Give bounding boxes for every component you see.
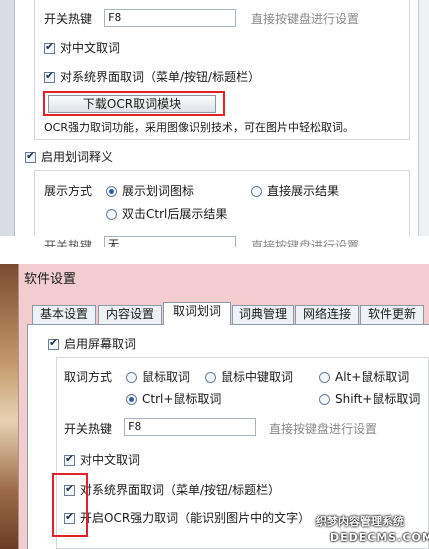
hotkey-label: 开关热键: [44, 12, 93, 26]
enable-screen-checkbox[interactable]: [48, 336, 59, 350]
tab-update[interactable]: 软件更新: [360, 305, 424, 324]
top-right-edge: [418, 0, 429, 247]
ocr-description: OCR强力取词功能，采用图像识别技术，可在图片中轻松取词。: [44, 121, 354, 134]
system-ui-checkbox[interactable]: [44, 69, 55, 83]
bottom-hotkey-label: 开关热键: [64, 422, 113, 436]
hotkey-hint: 直接按键盘进行设置: [251, 12, 360, 26]
radio-mouse[interactable]: [126, 372, 137, 383]
bottom-hotkey-field[interactable]: F8: [124, 418, 256, 436]
hotkey2-field[interactable]: 无: [104, 236, 236, 247]
radio-show-icon-label: 展示划词图标: [122, 184, 195, 198]
background-photo-strip: [0, 264, 18, 549]
download-ocr-label: 下载OCR取词模块: [82, 97, 182, 111]
mode-label: 取词方式: [64, 370, 113, 384]
bottom-system-ui-label: 对系统界面取词（菜单/按钮/标题栏）: [80, 483, 281, 497]
chinese-checkbox[interactable]: [44, 40, 55, 54]
top-left-edge: [0, 0, 15, 247]
tab-dictionary-label: 词典管理: [238, 307, 287, 321]
watermark-line1: 织梦内容管理系统: [316, 515, 404, 528]
bottom-chinese-checkbox[interactable]: [64, 452, 75, 466]
radio-alt-label: Alt+鼠标取词: [335, 370, 410, 384]
screenshot-gap: [0, 247, 429, 264]
radio-middle-label: 鼠标中键取词: [221, 370, 294, 384]
radio-ctrl-label: Ctrl+鼠标取词: [142, 392, 222, 406]
tab-lookup-label: 取词划词: [172, 304, 221, 318]
tab-content[interactable]: 内容设置: [98, 305, 162, 324]
radio-direct-result[interactable]: [251, 186, 262, 197]
radio-show-icon[interactable]: [106, 186, 117, 197]
ocr-enable-label: 开启OCR强力取词（能识别图片中的文字）: [80, 511, 311, 525]
window-title: 软件设置: [24, 272, 77, 287]
tab-network-label: 网络连接: [302, 307, 351, 321]
bottom-hotkey-hint: 直接按键盘进行设置: [269, 422, 378, 436]
enable-hover-checkbox[interactable]: [25, 149, 36, 163]
enable-screen-label: 启用屏幕取词: [64, 337, 137, 351]
ocr-checkbox-highlight: [52, 473, 88, 537]
radio-shift[interactable]: [319, 394, 330, 405]
tab-content-label: 内容设置: [105, 307, 154, 321]
download-ocr-button[interactable]: 下载OCR取词模块: [48, 95, 216, 113]
hotkey2-hint: 直接按键盘进行设置: [251, 239, 360, 247]
radio-direct-result-label: 直接展示结果: [267, 184, 340, 198]
radio-ctrl-double-label: 双击Ctrl后展示结果: [122, 207, 228, 221]
tab-update-label: 软件更新: [367, 307, 416, 321]
watermark: 织梦内容管理系统 DEDECMS.COM: [316, 511, 429, 549]
radio-middle[interactable]: [205, 372, 216, 383]
display-mode-label: 展示方式: [44, 184, 93, 198]
tab-network[interactable]: 网络连接: [295, 305, 359, 324]
top-bottom-cut: 开关热键 无 直接按键盘进行设置: [0, 236, 429, 247]
tab-lookup[interactable]: 取词划词: [163, 302, 231, 325]
radio-ctrl[interactable]: [126, 394, 137, 405]
radio-alt[interactable]: [319, 372, 330, 383]
radio-ctrl-double[interactable]: [106, 209, 117, 220]
chinese-label: 对中文取词: [60, 41, 121, 55]
enable-hover-label: 启用划词释义: [41, 150, 114, 164]
hotkey2-label: 开关热键: [44, 239, 93, 247]
radio-mouse-label: 鼠标取词: [142, 370, 191, 384]
hotkey-field[interactable]: F8: [104, 9, 236, 27]
tab-dictionary[interactable]: 词典管理: [232, 305, 294, 324]
radio-shift-label: Shift+鼠标取词: [335, 392, 421, 406]
tab-basic[interactable]: 基本设置: [32, 305, 96, 324]
watermark-line2: DEDECMS.COM: [330, 531, 429, 544]
tab-basic-label: 基本设置: [39, 307, 88, 321]
bottom-chinese-label: 对中文取词: [80, 453, 141, 467]
system-ui-label: 对系统界面取词（菜单/按钮/标题栏）: [60, 70, 261, 84]
